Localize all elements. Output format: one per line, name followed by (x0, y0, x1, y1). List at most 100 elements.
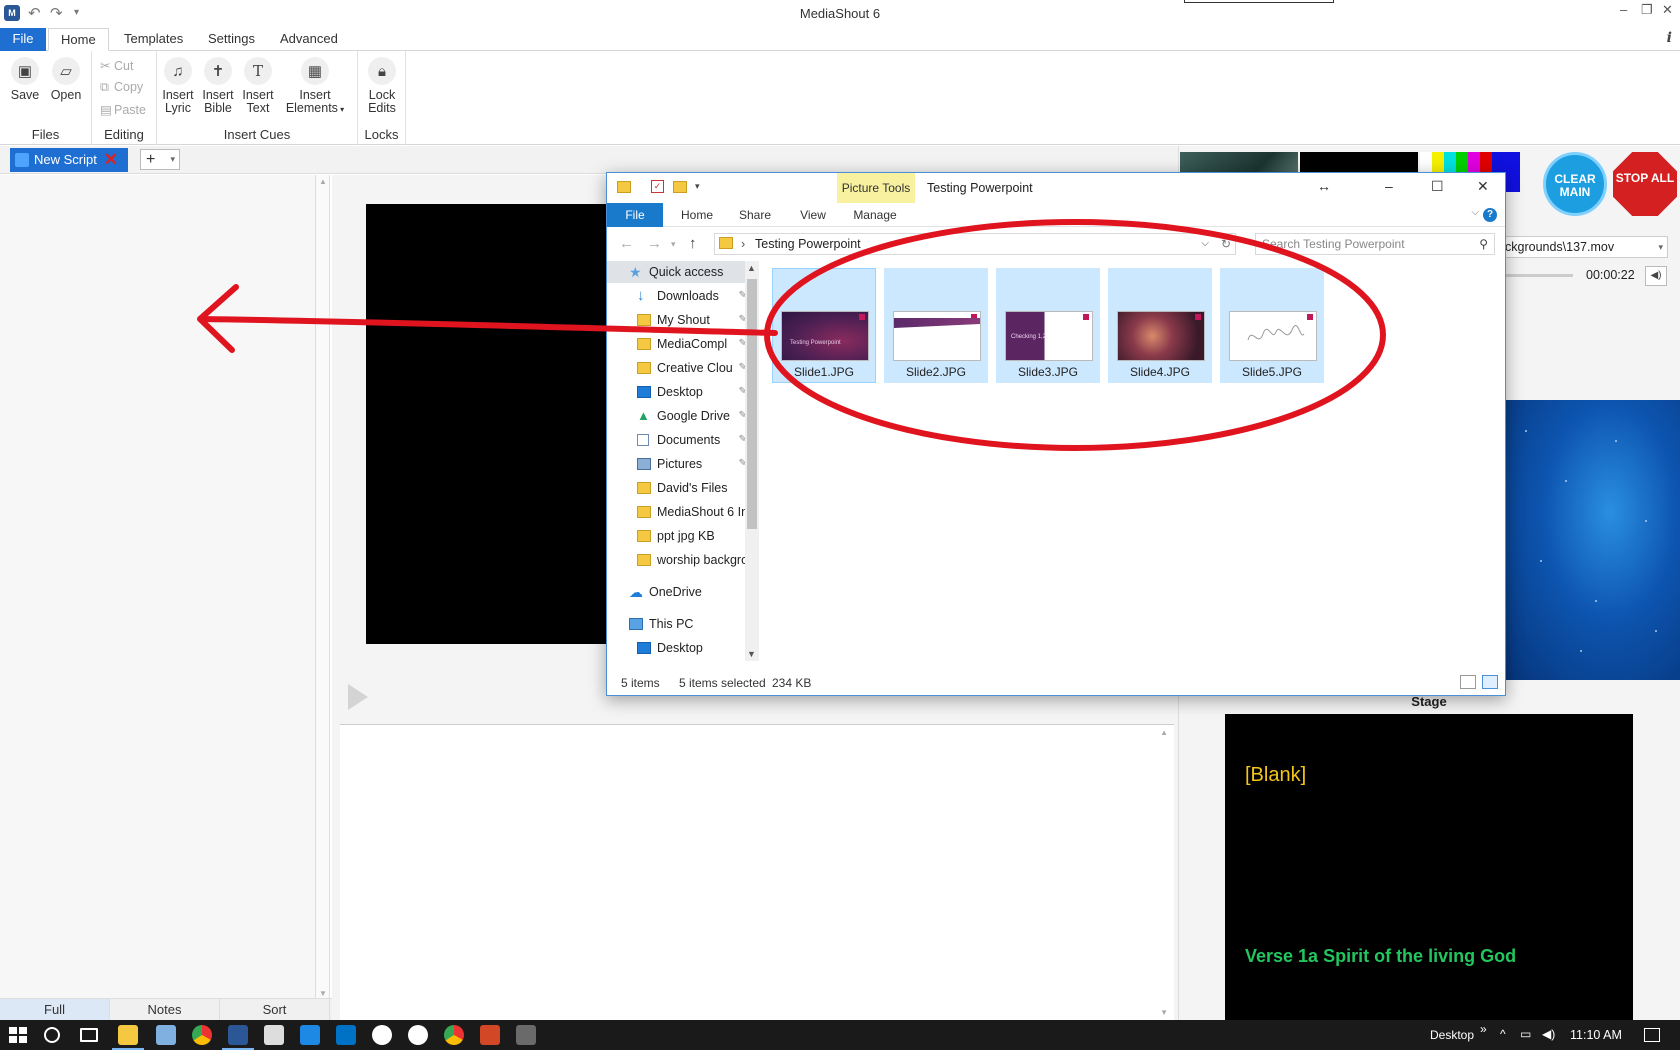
file-item[interactable]: Slide4.JPG (1108, 268, 1212, 383)
file-explorer-window[interactable]: ✓ ▾ Picture Tools Testing Powerpoint ↔ –… (606, 172, 1506, 696)
file-item[interactable]: Testing Powerpoint Slide1.JPG (772, 268, 876, 383)
chevron-up-icon[interactable]: ^ (1500, 1027, 1506, 1041)
file-item[interactable]: Slide2.JPG (884, 268, 988, 383)
copy-button[interactable]: ⧉ Copy (100, 80, 143, 95)
explorer-tab-file[interactable]: File (607, 203, 663, 227)
nav-item-google-drive[interactable]: ▲ Google Drive ✎ (607, 405, 747, 427)
scroll-down-icon[interactable]: ▼ (1160, 1008, 1168, 1017)
navigation-scrollbar[interactable]: ▲ ▼ (745, 261, 759, 661)
volume-button[interactable]: ◀) (1645, 266, 1667, 286)
app-icon[interactable] (372, 1025, 392, 1045)
paint-icon[interactable] (516, 1025, 536, 1045)
search-icon[interactable] (44, 1027, 60, 1043)
nav-item-mediacompl[interactable]: MediaCompl ✎ (607, 333, 747, 355)
notifications-icon[interactable] (1644, 1028, 1660, 1042)
play-icon[interactable] (346, 680, 370, 714)
close-tab-icon[interactable]: ✕ (104, 148, 118, 172)
nav-item-desktop-pc[interactable]: Desktop (607, 637, 747, 659)
chevron-down-icon[interactable]: ⌵ (1201, 234, 1209, 254)
breadcrumb-chevron-icon[interactable]: › (741, 234, 745, 254)
address-bar[interactable]: › Testing Powerpoint ⌵ ↻ (714, 233, 1236, 255)
windows-start-icon[interactable] (8, 1025, 28, 1045)
chevron-down-icon[interactable]: ▾ (170, 150, 175, 169)
scroll-down-icon[interactable]: ▼ (319, 989, 327, 998)
chrome-icon[interactable] (444, 1025, 464, 1045)
lock-edits-button[interactable]: 🔒︎ Lock Edits (365, 57, 399, 115)
paste-button[interactable]: ▤ Paste (100, 102, 146, 117)
new-folder-icon[interactable] (673, 181, 687, 193)
scroll-up-icon[interactable]: ▲ (1160, 728, 1168, 737)
file-explorer-icon[interactable] (112, 1025, 144, 1050)
back-arrow-icon[interactable]: ← (619, 235, 634, 252)
network-icon[interactable]: ▭ (1520, 1027, 1531, 1041)
open-button[interactable]: ▱ Open (48, 57, 84, 102)
explorer-tab-share[interactable]: Share (727, 203, 783, 227)
insert-text-button[interactable]: T Insert Text (241, 57, 275, 115)
view-tab-sort[interactable]: Sort (220, 999, 330, 1021)
menu-tab-home[interactable]: Home (48, 28, 109, 51)
chrome-icon[interactable] (192, 1025, 212, 1045)
desktop-toolbar-label[interactable]: Desktop (1430, 1028, 1474, 1042)
file-item[interactable]: Slide5.JPG (1220, 268, 1324, 383)
insert-elements-button[interactable]: ▦ Insert Elements ▾ (283, 57, 347, 116)
nav-item-ppt-jpg-kb[interactable]: ppt jpg KB (607, 525, 747, 547)
nav-item-pictures[interactable]: Pictures ✎ (607, 453, 747, 475)
media-path-select[interactable]: ckgrounds\137.mov ▾ (1500, 236, 1668, 258)
nav-item-mediashout-6[interactable]: MediaShout 6 In (607, 501, 748, 523)
customize-toolbar-icon[interactable]: ▾ (695, 181, 700, 192)
teamviewer-icon[interactable] (408, 1025, 428, 1045)
scroll-up-icon[interactable]: ▲ (747, 263, 756, 273)
close-icon[interactable]: ✕ (1662, 2, 1673, 18)
clock[interactable]: 11:10 AM (1570, 1028, 1622, 1042)
up-arrow-icon[interactable]: ↑ (689, 235, 697, 252)
calculator-icon[interactable] (264, 1025, 284, 1045)
menu-tab-advanced[interactable]: Advanced (268, 28, 350, 51)
scrollbar-thumb[interactable] (747, 279, 757, 529)
nav-item-documents[interactable]: Documents ✎ (607, 429, 747, 451)
cue-detail-area[interactable]: ▲ ▼ (340, 724, 1174, 1020)
large-icons-view-icon[interactable] (1482, 675, 1498, 689)
cue-list-scrollbar[interactable]: ▲ ▼ (316, 175, 330, 1000)
nav-item-creative-cloud[interactable]: Creative Clou ✎ (607, 357, 747, 379)
cue-list-panel[interactable] (0, 175, 316, 1020)
insert-lyric-button[interactable]: ♫ Insert Lyric (161, 57, 195, 115)
nav-item-worship-backgrounds[interactable]: worship backgro (607, 549, 748, 571)
nav-item-quick-access[interactable]: ★ Quick access (607, 261, 747, 283)
nav-item-onedrive[interactable]: ☁ OneDrive (607, 581, 747, 603)
nav-item-downloads[interactable]: ↓ Downloads ✎ (607, 285, 747, 307)
properties-icon[interactable]: ✓ (651, 180, 664, 193)
nav-item-my-shout[interactable]: My Shout ✎ (607, 309, 747, 331)
menu-tab-file[interactable]: File (0, 28, 46, 51)
search-input[interactable]: Search Testing Powerpoint ⚲ (1255, 233, 1495, 255)
nav-item-this-pc[interactable]: This PC (607, 613, 747, 635)
mediashout-icon[interactable] (222, 1025, 254, 1050)
scroll-up-icon[interactable]: ▲ (319, 177, 327, 186)
notepad-icon[interactable] (156, 1025, 176, 1045)
chevron-down-icon[interactable]: ▾ (1658, 237, 1663, 257)
clear-main-button[interactable]: CLEAR MAIN (1543, 152, 1607, 216)
toolbar-expand-icon[interactable]: » (1480, 1022, 1487, 1036)
script-tab-new-script[interactable]: New Script ✕ (10, 148, 128, 172)
forward-arrow-icon[interactable]: → (647, 235, 662, 252)
minimize-icon[interactable]: – (1385, 178, 1393, 194)
explorer-tab-manage[interactable]: Manage (843, 203, 907, 227)
nav-item-davids-files[interactable]: David's Files (607, 477, 747, 499)
insert-bible-button[interactable]: ✝ Insert Bible (201, 57, 235, 115)
task-view-icon[interactable] (80, 1028, 98, 1042)
explorer-tab-home[interactable]: Home (669, 203, 725, 227)
cut-button[interactable]: ✂ Cut (100, 58, 133, 73)
powerpoint-icon[interactable] (480, 1025, 500, 1045)
outlook-icon[interactable] (336, 1025, 356, 1045)
save-button[interactable]: ▣ Save (8, 57, 42, 102)
add-script-button[interactable]: + ▾ (140, 149, 180, 170)
view-tab-notes[interactable]: Notes (110, 999, 220, 1021)
recent-locations-icon[interactable]: ▾ (671, 239, 676, 250)
close-icon[interactable]: ✕ (1477, 178, 1489, 195)
scroll-down-icon[interactable]: ▼ (747, 649, 756, 659)
minimize-icon[interactable]: – (1620, 2, 1627, 17)
app-icon[interactable] (300, 1025, 320, 1045)
explorer-tab-view[interactable]: View (785, 203, 841, 227)
volume-icon[interactable]: ◀) (1542, 1027, 1555, 1041)
restore-icon[interactable]: ❐ (1641, 2, 1653, 18)
menu-tab-templates[interactable]: Templates (112, 28, 195, 51)
